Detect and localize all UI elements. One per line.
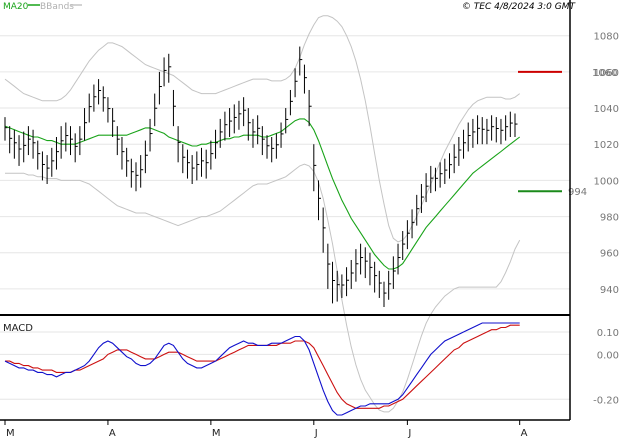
month-tick-label: J — [314, 428, 318, 439]
price-tick-label: 940 — [600, 285, 619, 296]
price-tick-label: 1080 — [594, 32, 619, 43]
price-tick-label: 1040 — [594, 104, 619, 115]
price-tick-label: 980 — [600, 213, 619, 224]
month-tick-label: M — [212, 428, 221, 439]
macd-gridlines — [0, 331, 570, 400]
month-tick-label: J — [407, 428, 411, 439]
support-level-label: 994 — [568, 187, 587, 198]
macd-tick-label: 0.10 — [597, 328, 619, 339]
technical-chart: MA20 BBands © TEC 4/8/2024 3:0 GMT 10609… — [0, 0, 619, 439]
month-axis: MAMJJA — [4, 420, 528, 439]
price-bars — [4, 46, 518, 307]
bollinger-bands — [4, 15, 521, 413]
price-tick-label: 1060 — [594, 68, 619, 79]
ma-legend-label: MA20 — [3, 2, 29, 12]
price-gridlines — [0, 35, 570, 290]
macd-tick-label: -0.20 — [593, 395, 619, 406]
month-tick-label: M — [6, 428, 15, 439]
month-tick-label: A — [109, 428, 116, 439]
macd-axis: -0.20 0.00 0.10 — [593, 328, 619, 406]
price-tick-label: 1000 — [594, 176, 619, 187]
price-tick-label: 960 — [600, 249, 619, 260]
macd-tick-label: 0.00 — [597, 350, 619, 361]
macd-title: MACD — [3, 323, 33, 334]
month-tick-label: A — [521, 428, 528, 439]
timestamp: © TEC 4/8/2024 3:0 GMT — [462, 2, 577, 12]
price-axis: 940 960 980 1000 1020 1040 1060 1080 — [594, 32, 619, 296]
price-tick-label: 1020 — [594, 140, 619, 151]
bbands-lower-line — [5, 163, 521, 413]
bbands-legend-label: BBands — [40, 2, 74, 12]
macd-lines — [4, 322, 520, 416]
